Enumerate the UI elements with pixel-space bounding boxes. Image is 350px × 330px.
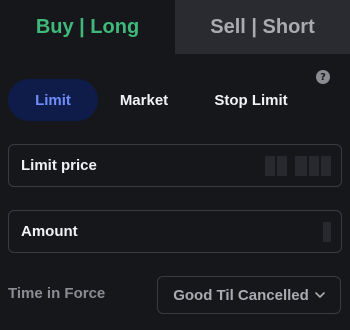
redacted-block (265, 156, 275, 176)
limit-price-label: Limit price (21, 157, 97, 174)
order-type-limit[interactable]: Limit (8, 79, 98, 121)
question-icon[interactable]: ? (316, 70, 330, 84)
order-type-market[interactable]: Market (98, 79, 190, 121)
chevron-down-icon (314, 292, 325, 298)
buy-long-tab[interactable]: Buy | Long (0, 0, 175, 54)
amount-value-redacted (321, 222, 331, 242)
trade-panel: Buy | Long Sell | Short Limit Market Sto… (0, 0, 350, 330)
redacted-block (321, 156, 331, 176)
time-in-force-value: Good Til Cancelled (173, 286, 309, 304)
order-type-tabs: Limit Market Stop Limit (8, 79, 306, 121)
sell-short-tab[interactable]: Sell | Short (175, 0, 350, 54)
time-in-force-label: Time in Force (8, 285, 106, 302)
redacted-block (295, 156, 307, 176)
redacted-block (323, 222, 331, 242)
time-in-force-select[interactable]: Good Til Cancelled (157, 276, 341, 314)
limit-price-value-redacted (263, 156, 331, 176)
amount-label: Amount (21, 223, 78, 240)
amount-field[interactable]: Amount (8, 210, 342, 253)
order-type-stop-limit[interactable]: Stop Limit (196, 79, 306, 121)
redacted-block (309, 156, 319, 176)
limit-price-field[interactable]: Limit price (8, 144, 342, 187)
redacted-block (277, 156, 287, 176)
side-tabs: Buy | Long Sell | Short (0, 0, 350, 54)
